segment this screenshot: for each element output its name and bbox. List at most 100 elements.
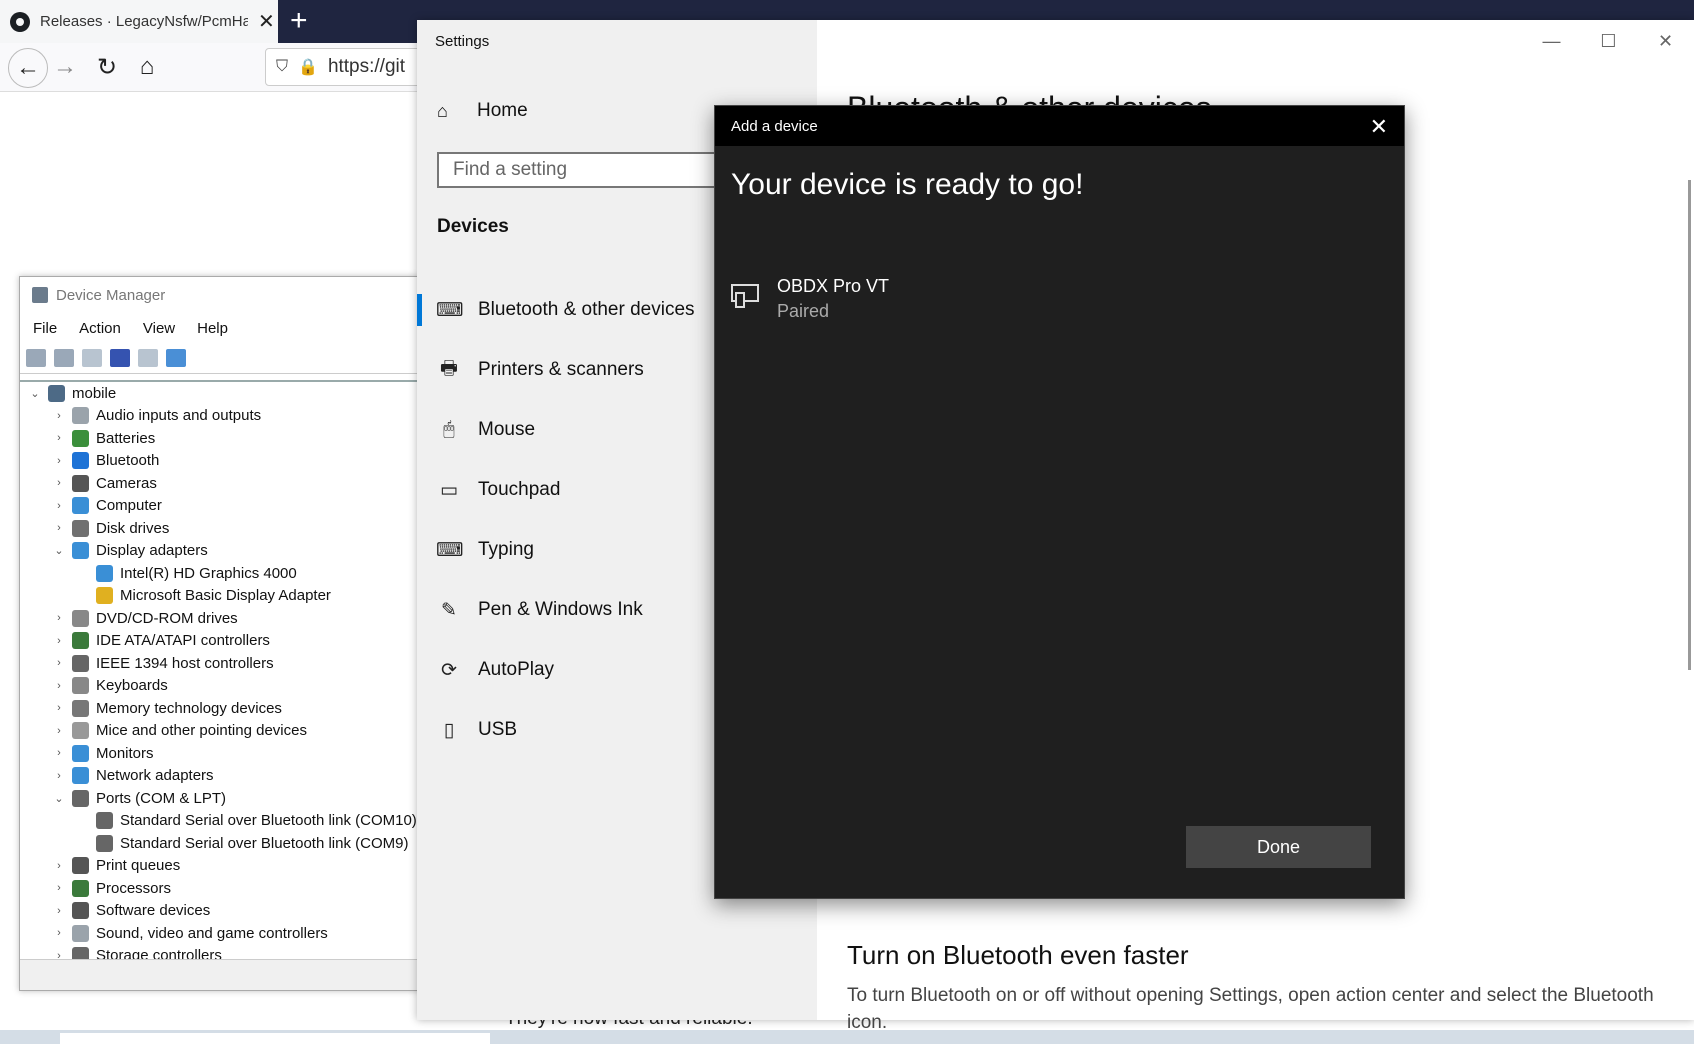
menu-action[interactable]: Action [79,320,121,337]
chevron-down-icon[interactable]: ⌄ [28,387,42,400]
chevron-right-icon[interactable]: › [52,680,66,692]
view-icon[interactable] [138,349,158,367]
tree-node[interactable]: › Network adapters [20,765,420,788]
chevron-right-icon[interactable]: › [52,657,66,669]
device-category-icon [72,542,89,560]
chevron-right-icon[interactable]: › [52,882,66,894]
home-button[interactable]: ⌂ [130,50,164,84]
tree-node-label: Standard Serial over Bluetooth link (COM… [120,812,417,830]
chevron-right-icon[interactable]: › [52,702,66,714]
chevron-right-icon[interactable]: › [52,927,66,939]
tree-node[interactable]: › Memory technology devices [20,697,420,720]
chevron-right-icon[interactable]: › [52,455,66,467]
find-setting-input[interactable]: Find a setting [437,152,737,188]
tree-node[interactable]: Microsoft Basic Display Adapter [20,585,420,608]
properties-icon[interactable] [82,349,102,367]
paired-device: OBDX Pro VT Paired [731,276,889,322]
minimize-button[interactable]: — [1523,20,1580,62]
chevron-right-icon[interactable]: › [52,725,66,737]
arrow-left-icon: ← [16,54,40,81]
window-controls: — ☐ ✕ [1523,20,1694,62]
tree-node[interactable]: › Audio inputs and outputs [20,405,420,428]
back-button[interactable]: ← [8,48,48,88]
chevron-right-icon[interactable]: › [52,635,66,647]
device-category-icon [72,609,89,627]
chevron-right-icon[interactable]: › [52,477,66,489]
tree-node-label: Network adapters [96,767,214,785]
dialog-close-icon[interactable]: ✕ [1370,114,1388,140]
scan-hardware-icon[interactable] [166,349,186,367]
chevron-right-icon[interactable]: › [52,860,66,872]
tree-node[interactable]: Intel(R) HD Graphics 4000 [20,562,420,585]
help-icon[interactable] [110,349,130,367]
close-tab-icon[interactable]: ✕ [258,9,275,34]
tree-node-label: Ports (COM & LPT) [96,789,227,807]
chevron-right-icon[interactable]: › [52,612,66,624]
printers-scanners-icon: 🖶 [440,358,458,379]
menu-help[interactable]: Help [197,320,228,337]
url-text: https://git [327,56,406,77]
chevron-right-icon[interactable]: › [52,500,66,512]
menu-view[interactable]: View [143,320,175,337]
nav-item-label: Pen & Windows Ink [478,599,643,620]
device-status: Paired [777,301,830,321]
tree-node[interactable]: Standard Serial over Bluetooth link (COM… [20,832,420,855]
tree-node[interactable]: › Keyboards [20,675,420,698]
reload-button[interactable]: ↻ [90,50,124,84]
chevron-right-icon[interactable]: › [52,747,66,759]
chevron-right-icon[interactable]: › [52,770,66,782]
tree-node-label: Software devices [96,902,211,920]
bluetooth-other-devices-icon: ⌨ [436,299,464,321]
tree-node[interactable]: › Processors [20,877,420,900]
device-category-icon [72,789,89,807]
chevron-down-icon[interactable]: ⌄ [52,544,66,557]
taskbar-search[interactable] [60,1033,490,1044]
tree-node[interactable]: › IDE ATA/ATAPI controllers [20,630,420,653]
device-name: OBDX Pro VT [777,276,890,296]
device-category-icon [72,654,89,672]
tree-node[interactable]: ⌄ Ports (COM & LPT) [20,787,420,810]
back-arrow-icon[interactable] [26,349,46,367]
device-category-icon [72,429,89,447]
pen-windows-ink-icon: ✎ [441,599,457,621]
tree-node[interactable]: › Software devices [20,900,420,923]
chevron-right-icon[interactable]: › [52,410,66,422]
tree-node[interactable]: › IEEE 1394 host controllers [20,652,420,675]
maximize-button[interactable]: ☐ [1580,20,1637,62]
tree-node[interactable]: › Cameras [20,472,420,495]
chevron-right-icon[interactable]: › [52,432,66,444]
chevron-right-icon[interactable]: › [52,905,66,917]
tree-node-label: Monitors [96,744,154,762]
tree-node[interactable]: › Disk drives [20,517,420,540]
tree-node[interactable]: › Print queues [20,855,420,878]
done-button[interactable]: Done [1186,826,1371,868]
tree-node[interactable]: › Storage controllers [20,945,420,960]
tree-node[interactable]: Standard Serial over Bluetooth link (COM… [20,810,420,833]
browser-tab[interactable]: Releases · LegacyNsfw/PcmHac ✕ [0,0,278,43]
home-icon: ⌂ [139,53,155,80]
chevron-down-icon[interactable]: ⌄ [52,792,66,805]
menu-file[interactable]: File [33,320,57,337]
tree-node[interactable]: › Monitors [20,742,420,765]
tree-node-label: Sound, video and game controllers [96,924,328,942]
tree-node[interactable]: ⌄ mobile [20,382,420,405]
device-category-icon [72,902,89,920]
close-button[interactable]: ✕ [1637,20,1694,62]
device-category-icon [72,632,89,650]
tree-node[interactable]: › Bluetooth [20,450,420,473]
device-category-icon [96,587,113,605]
tree-node[interactable]: › Mice and other pointing devices [20,720,420,743]
new-tab-button[interactable]: + [290,4,308,38]
device-category-icon [72,924,89,942]
tree-node[interactable]: › Computer [20,495,420,518]
forward-button[interactable]: → [48,50,82,84]
settings-home-link[interactable]: ⌂ Home [437,100,528,122]
tree-node[interactable]: › DVD/CD-ROM drives [20,607,420,630]
tree-node[interactable]: ⌄ Display adapters [20,540,420,563]
tree-node[interactable]: › Batteries [20,427,420,450]
chevron-right-icon[interactable]: › [52,522,66,534]
tree-node[interactable]: › Sound, video and game controllers [20,922,420,945]
settings-app-title: Settings [435,33,490,50]
scrollbar[interactable] [1688,180,1691,670]
forward-arrow-icon[interactable] [54,349,74,367]
